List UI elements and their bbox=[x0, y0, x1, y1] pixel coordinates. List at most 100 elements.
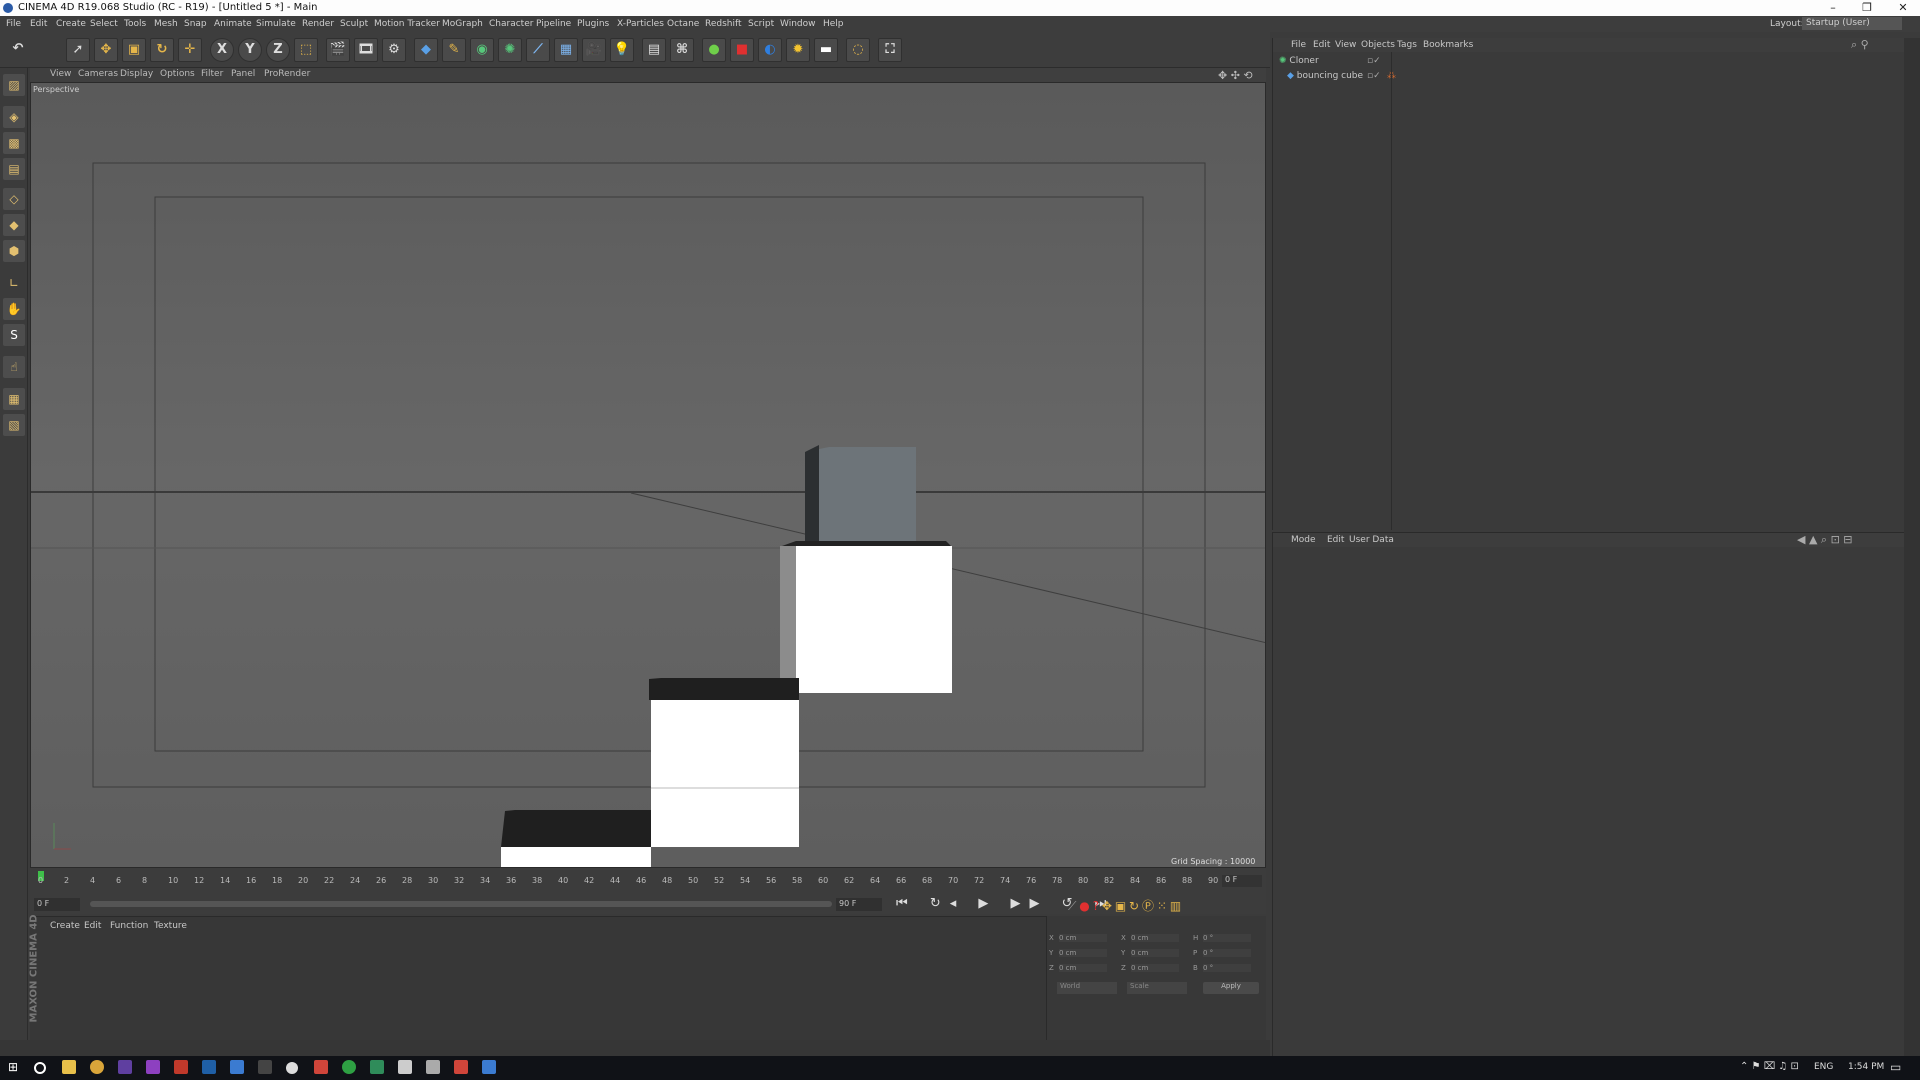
app-icon[interactable] bbox=[258, 1060, 272, 1074]
contrast-icon[interactable]: ◐ bbox=[758, 38, 782, 62]
y-axis-button[interactable]: Y bbox=[238, 38, 262, 62]
cinema4d-taskbar-icon[interactable] bbox=[286, 1062, 298, 1074]
premiere-icon[interactable] bbox=[146, 1060, 160, 1074]
rotation-p-field[interactable]: 0 ° bbox=[1203, 949, 1251, 957]
close-button[interactable]: ✕ bbox=[1888, 0, 1918, 16]
workplane-icon[interactable]: ▤ bbox=[3, 158, 25, 180]
edges-mode-icon[interactable]: ◆ bbox=[3, 214, 25, 236]
current-frame-field[interactable]: 0 F bbox=[1222, 875, 1262, 887]
frame-range-slider[interactable] bbox=[90, 901, 832, 907]
menu-redshift[interactable]: Redshift bbox=[705, 19, 742, 29]
cloner-icon[interactable]: ✺ bbox=[498, 38, 522, 62]
render-picture-viewer-icon[interactable]: 🎞 bbox=[354, 38, 378, 62]
store-icon[interactable] bbox=[230, 1060, 244, 1074]
coord-mode-dropdown[interactable]: World bbox=[1057, 982, 1117, 994]
attr-menu-user-data[interactable]: User Data bbox=[1349, 535, 1394, 545]
coordinate-system-icon[interactable]: ⬚ bbox=[294, 38, 318, 62]
menu-help[interactable]: Help bbox=[823, 19, 844, 29]
menu-mograph[interactable]: MoGraph bbox=[442, 19, 483, 29]
menu-file[interactable]: File bbox=[6, 19, 21, 29]
obj-search-icon[interactable]: ⌕ ⚲ bbox=[1851, 38, 1869, 52]
coord-scale-dropdown[interactable]: Scale bbox=[1127, 982, 1187, 994]
menu-create[interactable]: Create bbox=[56, 19, 86, 29]
vp-menu-cameras[interactable]: Cameras bbox=[78, 69, 118, 79]
menu-animate[interactable]: Animate bbox=[214, 19, 252, 29]
vp-menu-view[interactable]: View bbox=[50, 69, 71, 79]
windows-start-icon[interactable]: ⊞ bbox=[8, 1060, 22, 1074]
key-grid-icon[interactable]: ⁙ bbox=[1157, 899, 1167, 913]
key-scale-icon[interactable]: ▣ bbox=[1115, 899, 1126, 913]
cortana-icon[interactable] bbox=[34, 1062, 46, 1074]
record-icon[interactable]: ■ bbox=[730, 38, 754, 62]
grid-lock-icon[interactable]: ▦ bbox=[3, 388, 25, 410]
start-frame-field[interactable]: 0 F bbox=[34, 898, 80, 911]
points-mode-icon[interactable]: ◇ bbox=[3, 188, 25, 210]
cycle-icon[interactable]: ◌ bbox=[846, 38, 870, 62]
octane-live-icon[interactable]: ● bbox=[702, 38, 726, 62]
obj-menu-tags[interactable]: Tags bbox=[1397, 40, 1417, 50]
make-editable-icon[interactable]: ▨ bbox=[3, 74, 25, 96]
tweak-mode-icon[interactable]: ✋ bbox=[3, 298, 25, 320]
texture-mode-icon[interactable]: ▩ bbox=[3, 132, 25, 154]
layout-dropdown[interactable]: Startup (User) bbox=[1802, 17, 1902, 30]
chrome-icon[interactable] bbox=[90, 1060, 104, 1074]
end-frame-field[interactable]: 90 F bbox=[836, 898, 882, 911]
z-axis-button[interactable]: Z bbox=[266, 38, 290, 62]
menu-render[interactable]: Render bbox=[302, 19, 334, 29]
menu-tools[interactable]: Tools bbox=[124, 19, 146, 29]
rotation-h-field[interactable]: 0 ° bbox=[1203, 934, 1251, 942]
photoshop-icon[interactable] bbox=[202, 1060, 216, 1074]
size-z-field[interactable]: 0 cm bbox=[1131, 964, 1179, 972]
folder-app-icon[interactable] bbox=[426, 1060, 440, 1074]
model-mode-icon[interactable]: ◈ bbox=[3, 106, 25, 128]
visibility-icon[interactable]: ▫✓ bbox=[1367, 56, 1381, 66]
deformer-icon[interactable]: ⟋ bbox=[526, 38, 550, 62]
minimize-button[interactable]: – bbox=[1818, 0, 1848, 16]
obj-menu-objects[interactable]: Objects bbox=[1361, 40, 1395, 50]
attr-menu-edit[interactable]: Edit bbox=[1327, 535, 1344, 545]
key-param-icon[interactable]: Ⓟ bbox=[1142, 899, 1154, 913]
obj-menu-bookmarks[interactable]: Bookmarks bbox=[1423, 40, 1473, 50]
menu-simulate[interactable]: Simulate bbox=[256, 19, 296, 29]
move-icon[interactable]: ✥ bbox=[94, 38, 118, 62]
menu-character[interactable]: Character bbox=[489, 19, 533, 29]
size-y-field[interactable]: 0 cm bbox=[1131, 949, 1179, 957]
cube-icon[interactable]: ◆ bbox=[414, 38, 438, 62]
floor-icon[interactable]: ▦ bbox=[554, 38, 578, 62]
attr-menu-mode[interactable]: Mode bbox=[1291, 535, 1316, 545]
vp-menu-panel[interactable]: Panel bbox=[231, 69, 255, 79]
attr-nav-icons[interactable]: ◀ ▲ ⌕ ⊡ ⊟ bbox=[1797, 533, 1853, 547]
menu-plugins[interactable]: Plugins bbox=[577, 19, 609, 29]
menu-motion-tracker[interactable]: Motion Tracker bbox=[374, 19, 440, 29]
add-icon[interactable]: ✛ bbox=[178, 38, 202, 62]
layers-icon[interactable]: ▧ bbox=[3, 414, 25, 436]
apply-button[interactable]: Apply bbox=[1203, 982, 1259, 994]
record-key-icon[interactable]: ● bbox=[1079, 899, 1089, 913]
timeline-ruler[interactable]: 0 2 4 6 8 10 12 14 16 18 20 22 24 26 28 30 32 34 36 38 40 42 4… bbox=[30, 868, 1266, 898]
python-icon[interactable]: ⌘ bbox=[670, 38, 694, 62]
menu-mesh[interactable]: Mesh bbox=[154, 19, 178, 29]
vp-menu-prorender[interactable]: ProRender bbox=[264, 69, 310, 79]
file-explorer-icon[interactable] bbox=[62, 1060, 76, 1074]
polygons-mode-icon[interactable]: ⬢ bbox=[3, 240, 25, 262]
undo-icon[interactable]: ↶ bbox=[6, 38, 30, 62]
position-y-field[interactable]: 0 cm bbox=[1059, 949, 1107, 957]
soft-selection-icon[interactable]: ☝ bbox=[3, 356, 25, 378]
key-move-icon[interactable]: ✥ bbox=[1102, 899, 1112, 913]
menu-select[interactable]: Select bbox=[90, 19, 118, 29]
menu-octane[interactable]: Octane bbox=[667, 19, 699, 29]
illustrator-icon[interactable] bbox=[174, 1060, 188, 1074]
menu-pipeline[interactable]: Pipeline bbox=[536, 19, 571, 29]
pdf-app-icon[interactable] bbox=[454, 1060, 468, 1074]
language-indicator[interactable]: ENG bbox=[1814, 1062, 1833, 1072]
size-x-field[interactable]: 0 cm bbox=[1131, 934, 1179, 942]
x-axis-button[interactable]: X bbox=[210, 38, 234, 62]
notifications-icon[interactable]: ▭ bbox=[1890, 1060, 1901, 1074]
render-view-icon[interactable]: 🎬 bbox=[326, 38, 350, 62]
subdivision-icon[interactable]: ◉ bbox=[470, 38, 494, 62]
perspective-viewport[interactable]: Perspective Grid Spacing : 10000 cm bbox=[30, 82, 1266, 868]
key-path-icon[interactable]: ⟋ bbox=[1068, 899, 1076, 913]
vp-menu-display[interactable]: Display bbox=[120, 69, 153, 79]
obj-menu-file[interactable]: File bbox=[1291, 40, 1306, 50]
clock[interactable]: 1:54 PM bbox=[1848, 1062, 1884, 1072]
